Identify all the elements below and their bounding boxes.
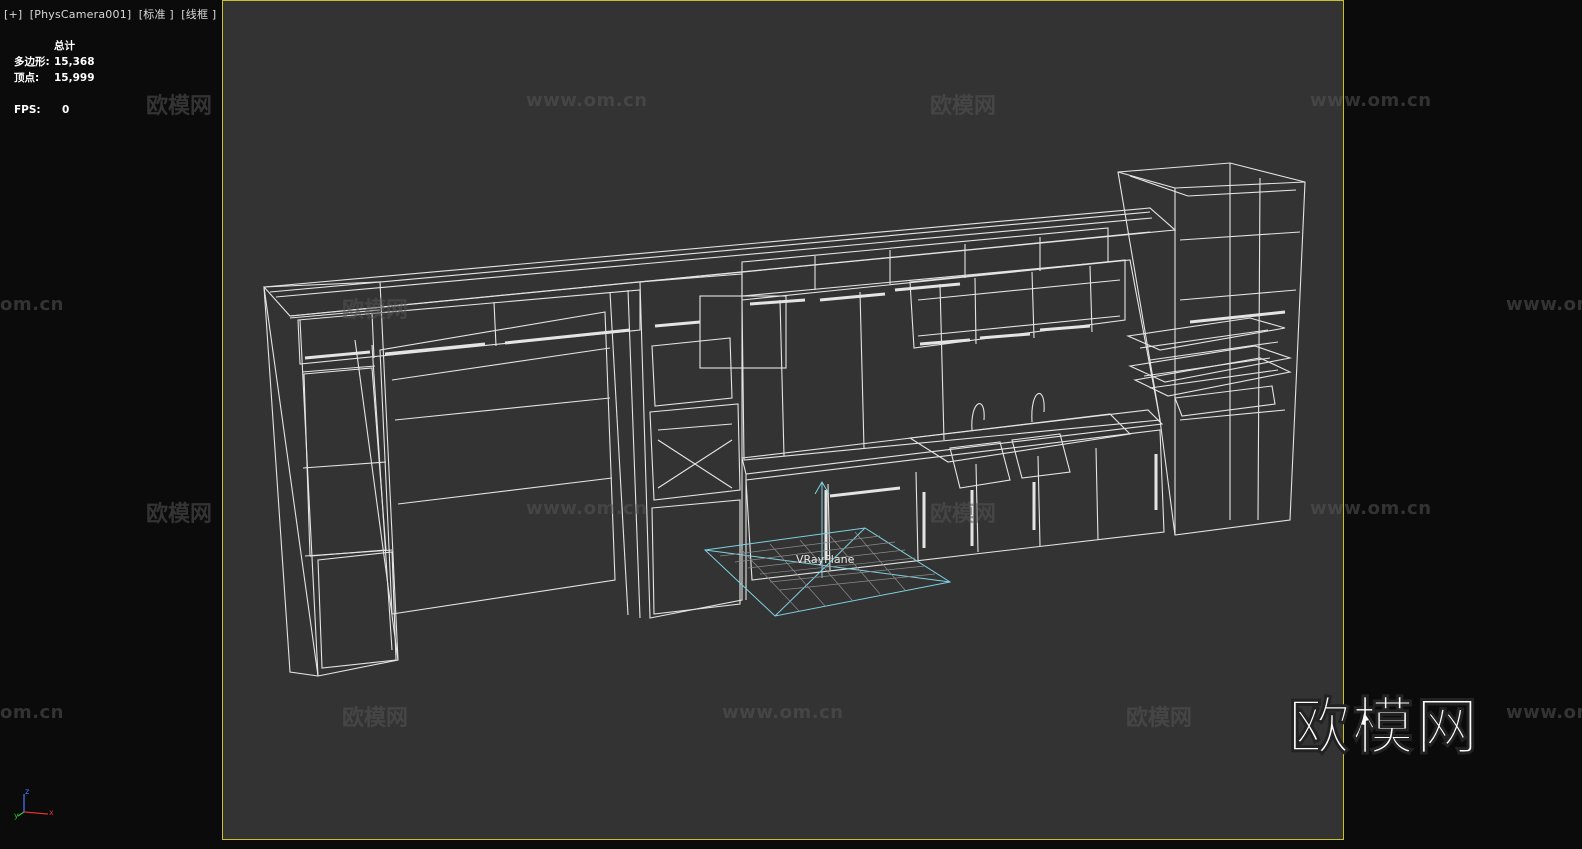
x-axis-label: x (49, 808, 54, 817)
wireframe-model (262, 162, 1306, 677)
stats-vertices-row: 顶点: 15,999 (14, 70, 95, 86)
watermark-url: www.om.cn (1310, 90, 1432, 111)
watermark-url: www.om.cn (1506, 702, 1582, 723)
z-axis-label: z (25, 787, 29, 796)
vertices-value: 15,999 (54, 72, 95, 84)
viewport-label-menu[interactable]: [+] [PhysCamera001] [标准 ] [线框 ] (4, 6, 216, 22)
y-axis-line (17, 811, 25, 817)
stats-polygons-row: 多边形: 15,368 (14, 54, 95, 70)
stats-fps-row: FPS: 0 (14, 102, 95, 118)
x-axis-line (23, 811, 49, 815)
watermark-logo: 欧模网 (342, 298, 409, 323)
statistics-overlay: 总计 多边形: 15,368 顶点: 15,999 FPS: 0 (14, 38, 95, 118)
watermark-url: www.om.cn (526, 90, 648, 111)
watermark-logo: 欧模网 (930, 502, 997, 527)
watermark-logo: 欧模网 (930, 94, 997, 119)
polygons-label: 多边形: (14, 56, 50, 68)
stats-header: 总计 (54, 40, 75, 52)
y-axis-label: y (14, 811, 19, 820)
fps-value: 0 (62, 104, 70, 116)
object-label-vrayplane: VRayPlane (796, 553, 855, 566)
watermark-url: www.om.cn (526, 498, 648, 519)
watermark-url: www.om.cn (1506, 294, 1582, 315)
watermark-logo: 欧模网 (146, 502, 213, 527)
watermark-logo: 欧模网 (1126, 706, 1193, 731)
watermark-url: www.om.cn (722, 702, 844, 723)
watermark-url: om.cn (0, 294, 64, 315)
polygons-value: 15,368 (54, 56, 95, 68)
watermark-url: www.om.cn (1310, 498, 1432, 519)
brand-logo-large: 欧模网 (1287, 690, 1481, 764)
watermark-logo: 欧模网 (342, 706, 409, 731)
axis-tripod-icon: z x y (14, 787, 54, 820)
watermark-url: om.cn (0, 702, 64, 723)
fps-label: FPS: (14, 104, 41, 116)
watermark-logo: 欧模网 (146, 94, 213, 119)
vertices-label: 顶点: (14, 72, 40, 84)
